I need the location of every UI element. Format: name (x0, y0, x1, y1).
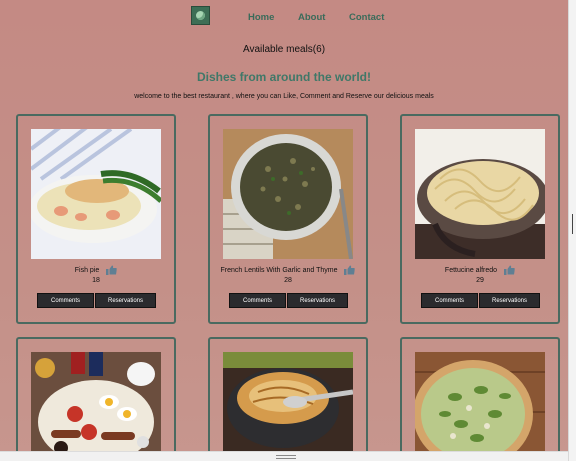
window-scrollbar[interactable] (568, 0, 576, 461)
welcome-text: welcome to the best restaurant , where y… (134, 93, 434, 100)
meal-count: Available meals(6) (242, 44, 326, 55)
reservations-button[interactable]: Reservations (287, 293, 348, 308)
meal-name: Fish pie (74, 266, 100, 274)
thumbs-up-icon[interactable] (504, 265, 515, 275)
comments-button[interactable]: Comments (421, 293, 478, 308)
reservations-button[interactable]: Reservations (95, 293, 156, 308)
resize-grip-icon[interactable] (276, 455, 296, 456)
meal-name: French Lentils With Garlic and Thyme (220, 266, 338, 274)
meal-image (31, 129, 161, 259)
nav-contact-link[interactable]: Contact (349, 12, 384, 23)
meal-card: Fish pie 18 Comments Reservations (16, 114, 176, 324)
nav-about-link[interactable]: About (298, 12, 325, 23)
meal-name: Fettucine alfredo (444, 266, 498, 274)
meal-image (31, 352, 161, 461)
meal-image (415, 352, 545, 461)
meal-image (223, 129, 353, 259)
meal-image (223, 352, 353, 461)
meal-card (16, 337, 176, 461)
bottom-resize-bar[interactable] (0, 451, 568, 461)
meal-card (400, 337, 560, 461)
nav-home-link[interactable]: Home (248, 12, 274, 23)
resize-grip-line (276, 458, 296, 459)
thumbs-up-icon[interactable] (106, 265, 117, 275)
like-count: 28 (284, 277, 292, 284)
leaf-logo-icon[interactable] (191, 6, 210, 25)
thumbs-up-icon[interactable] (344, 265, 356, 275)
meal-image (415, 129, 545, 259)
page-title: Dishes from around the world! (196, 70, 371, 84)
comments-button[interactable]: Comments (37, 293, 94, 308)
like-count: 29 (476, 277, 484, 284)
meal-card: Fettucine alfredo 29 Comments Reservatio… (400, 114, 560, 324)
meal-card (208, 337, 368, 461)
reservations-button[interactable]: Reservations (479, 293, 540, 308)
meal-card: French Lentils With Garlic and Thyme 28 … (208, 114, 368, 324)
like-count: 18 (92, 277, 100, 284)
site-header: Home About Contact (0, 0, 568, 34)
comments-button[interactable]: Comments (229, 293, 286, 308)
